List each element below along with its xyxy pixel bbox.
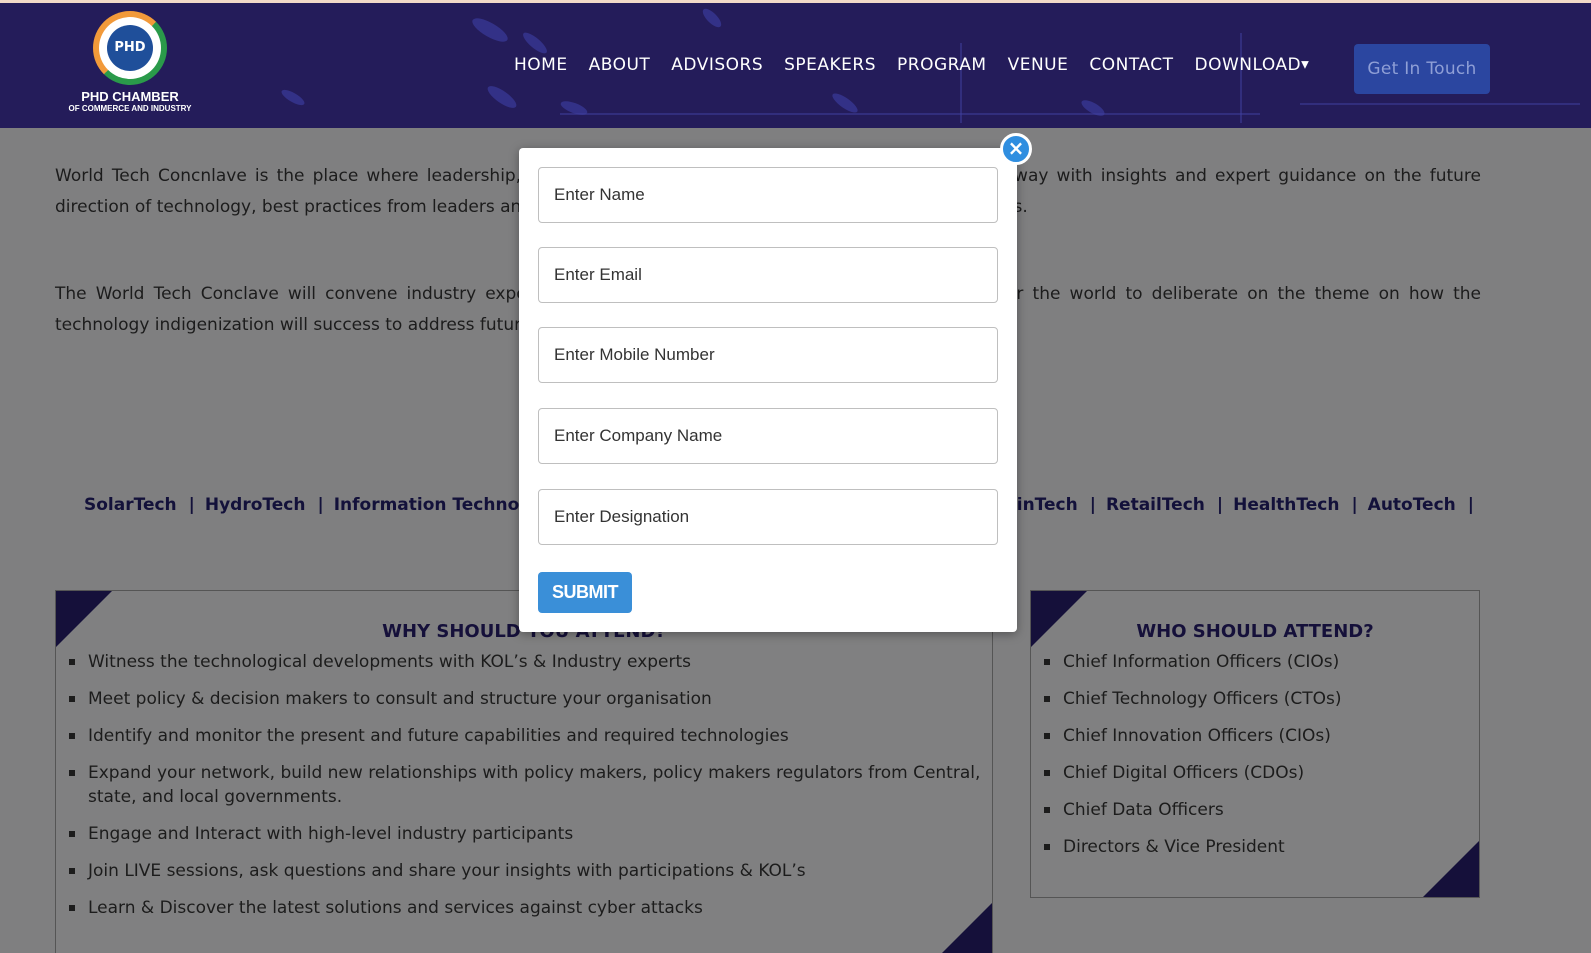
tech-item[interactable]: HealthTech [1233,495,1339,515]
list-item: Witness the technological developments w… [69,650,992,674]
decor-line [1300,103,1580,105]
nav-speakers[interactable]: SPEAKERS [784,55,876,75]
separator: | [1351,495,1358,515]
tech-item[interactable]: HydroTech [205,495,306,515]
decor-shape [484,82,520,112]
nav-home[interactable]: HOME [514,55,568,75]
list-item: Learn & Discover the latest solutions an… [69,896,992,920]
nav-program[interactable]: PROGRAM [897,55,987,75]
decor-line [560,113,1260,115]
get-in-touch-button[interactable]: Get In Touch [1354,44,1490,94]
nav-download-label: DOWNLOAD [1194,55,1302,75]
list-item: Chief Digital Officers (CDOs) [1044,761,1479,785]
list-item: Chief Technology Officers (CTOs) [1044,687,1479,711]
enquiry-modal: SUBMIT [519,148,1017,632]
site-header: PHD PHD CHAMBER OF COMMERCE AND INDUSTRY… [0,0,1591,128]
card-corner-decor [1031,591,1087,647]
close-icon[interactable]: × [1000,133,1032,165]
tech-item[interactable]: RetailTech [1106,495,1205,515]
name-field[interactable] [538,167,998,223]
list-item: Directors & Vice President [1044,835,1479,859]
tech-item[interactable]: AutoTech [1368,495,1456,515]
submit-button[interactable]: SUBMIT [538,572,632,613]
mobile-field[interactable] [538,327,998,383]
decor-shape [699,5,725,31]
designation-field[interactable] [538,489,998,545]
decor-shape [279,87,307,108]
separator: | [1467,495,1474,515]
decor-line [1240,33,1242,123]
list-item: Join LIVE sessions, ask questions and sh… [69,859,992,883]
email-field[interactable] [538,247,998,303]
decor-shape [520,29,550,57]
separator: | [188,495,195,515]
list-item: Chief Data Officers [1044,798,1479,822]
why-attend-card: WHY SHOULD YOU ATTEND? Witness the techn… [55,590,993,953]
decor-shape [829,90,861,116]
who-attend-card: WHO SHOULD ATTEND? Chief Information Off… [1030,590,1480,898]
list-item: Engage and Interact with high-level indu… [69,822,992,846]
logo-name: PHD CHAMBER [81,89,179,104]
why-attend-list: Witness the technological developments w… [56,650,992,920]
list-item: Chief Information Officers (CIOs) [1044,650,1479,674]
nav-about[interactable]: ABOUT [589,55,651,75]
list-item: Meet policy & decision makers to consult… [69,687,992,711]
decor-shape [469,13,511,47]
who-attend-title: WHO SHOULD ATTEND? [1136,621,1374,642]
card-corner-decor [56,591,112,647]
company-field[interactable] [538,408,998,464]
separator: | [1089,495,1096,515]
nav-download[interactable]: DOWNLOAD▼ [1194,55,1309,75]
caret-down-icon: ▼ [1301,59,1310,71]
separator: | [317,495,324,515]
separator: | [1216,495,1224,515]
tech-item[interactable]: SolarTech [84,495,177,515]
nav-contact[interactable]: CONTACT [1089,55,1173,75]
logo-emblem: PHD [93,11,167,85]
who-attend-list: Chief Information Officers (CIOs) Chief … [1031,650,1479,859]
main-nav: HOME ABOUT ADVISORS SPEAKERS PROGRAM VEN… [514,55,1330,75]
decor-shape [1079,97,1107,119]
list-item: Expand your network, build new relations… [69,761,992,809]
list-item: Chief Innovation Officers (CIOs) [1044,724,1479,748]
site-logo[interactable]: PHD PHD CHAMBER OF COMMERCE AND INDUSTRY [60,11,200,113]
nav-advisors[interactable]: ADVISORS [671,55,763,75]
logo-subtitle: OF COMMERCE AND INDUSTRY [68,104,192,113]
nav-venue[interactable]: VENUE [1008,55,1069,75]
list-item: Identify and monitor the present and fut… [69,724,992,748]
logo-emblem-text: PHD [107,25,153,71]
